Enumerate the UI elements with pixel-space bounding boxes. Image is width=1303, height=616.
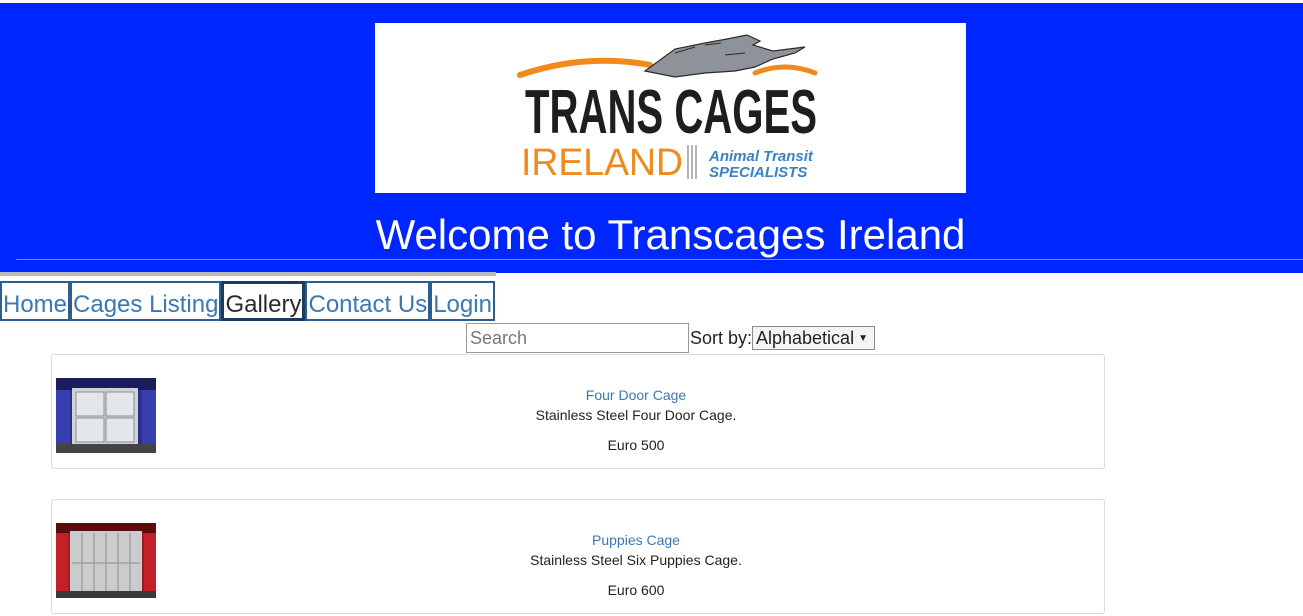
greyhound-logo-icon: TRANS CAGES IRELAND Animal Transit SPECI… (517, 34, 818, 184)
svg-text:IRELAND: IRELAND (521, 142, 683, 184)
product-price: Euro 600 (607, 582, 665, 598)
nav-top-bar (0, 272, 496, 276)
search-input[interactable] (466, 323, 689, 353)
product-title[interactable]: Puppies Cage (52, 532, 1220, 548)
sort-selected-value: Alphabetical (756, 328, 855, 348)
product-description: Stainless Steel Six Puppies Cage. (530, 552, 742, 568)
nav-home[interactable]: Home (0, 281, 71, 321)
page-title: Welcome to Transcages Ireland (375, 211, 966, 258)
product-card: Four Door Cage Stainless Steel Four Door… (51, 354, 1105, 469)
nav-login[interactable]: Login (430, 281, 495, 321)
product-title[interactable]: Four Door Cage (52, 387, 1220, 403)
triangle-down-icon: ▼ (858, 333, 868, 344)
nav-contact-us[interactable]: Contact Us (305, 281, 431, 321)
product-card: Puppies Cage Stainless Steel Six Puppies… (51, 499, 1105, 614)
site-logo[interactable]: TRANS CAGES IRELAND Animal Transit SPECI… (375, 23, 966, 193)
product-description: Stainless Steel Four Door Cage. (535, 407, 737, 423)
sort-label: Sort by: (690, 328, 753, 348)
main-nav: Home Cages Listing Gallery Contact Us Lo… (0, 281, 495, 321)
svg-text:TRANS CAGES: TRANS CAGES (525, 78, 817, 147)
svg-text:SPECIALISTS: SPECIALISTS (709, 164, 807, 181)
nav-cages-listing[interactable]: Cages Listing (70, 281, 222, 321)
nav-gallery[interactable]: Gallery (221, 281, 306, 321)
svg-text:Animal Transit: Animal Transit (708, 148, 814, 165)
product-price: Euro 500 (607, 437, 665, 453)
site-header: TRANS CAGES IRELAND Animal Transit SPECI… (0, 3, 1303, 273)
page: TRANS CAGES IRELAND Animal Transit SPECI… (0, 0, 1303, 616)
sort-select[interactable]: Alphabetical ▼ (752, 326, 875, 350)
